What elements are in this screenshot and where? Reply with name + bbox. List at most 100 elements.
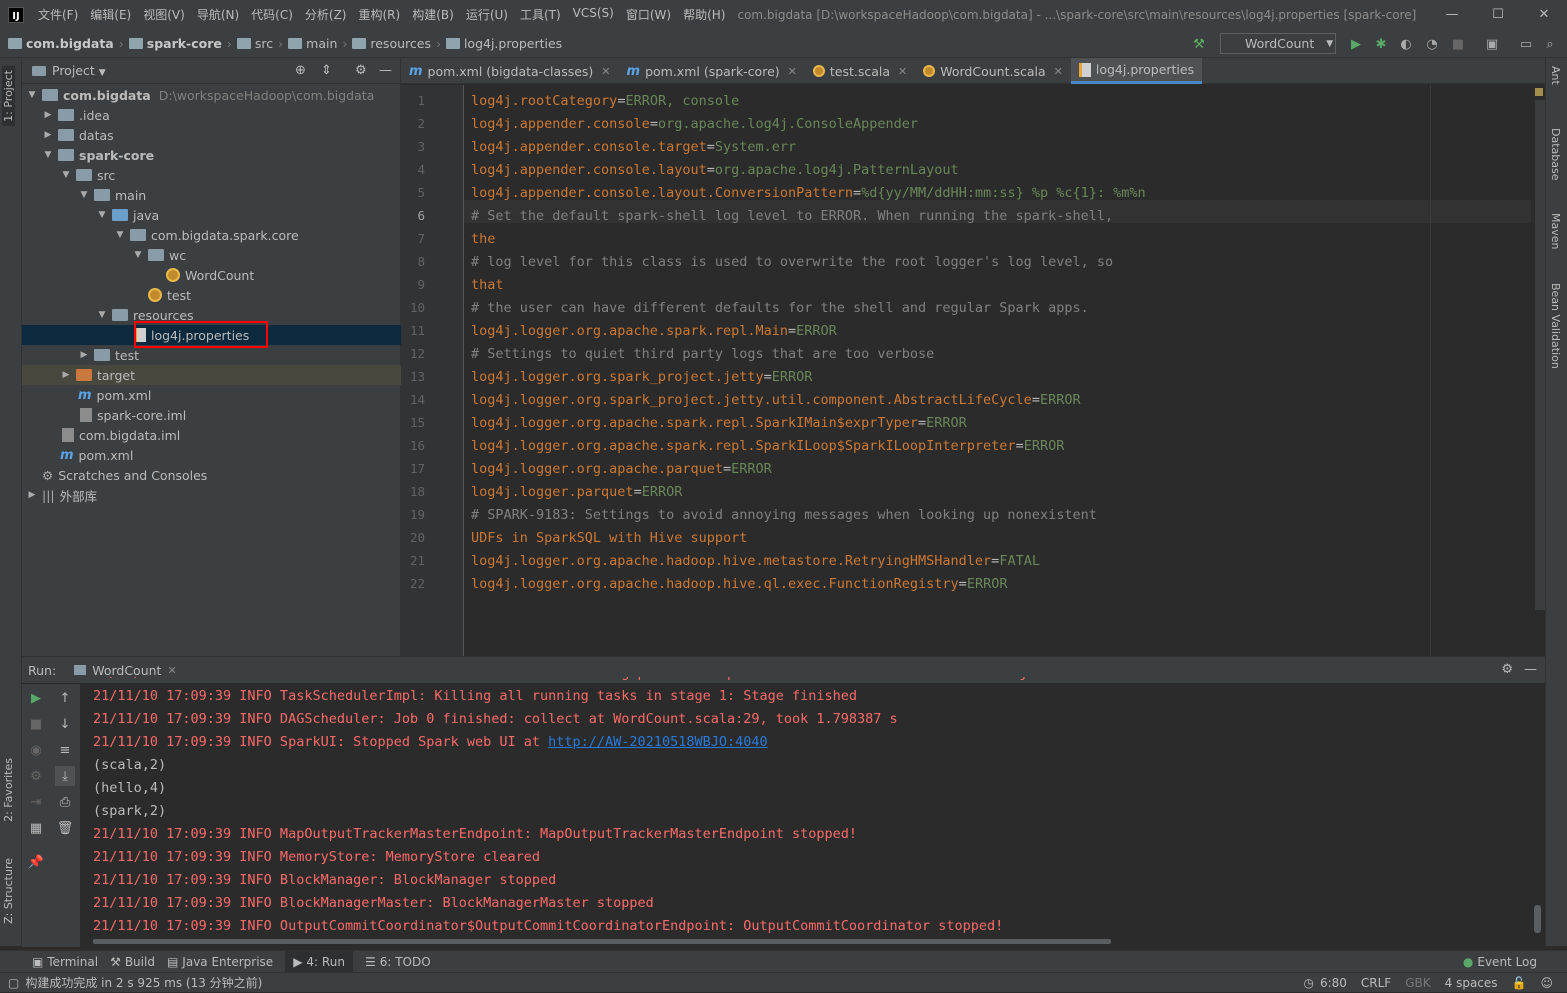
menu-item[interactable]: 运行(U) xyxy=(460,6,514,23)
gear-icon[interactable]: ⚙ xyxy=(355,63,367,78)
tree-node-java[interactable]: ▼ java xyxy=(22,205,401,225)
layout-toggle-icon[interactable]: ▢ xyxy=(8,976,19,990)
menu-item[interactable]: 视图(V) xyxy=(137,6,191,23)
tab-database[interactable]: Database xyxy=(1549,128,1562,181)
breadcrumb-item[interactable]: log4j.properties xyxy=(464,36,562,51)
maximize-icon[interactable]: ☐ xyxy=(1475,0,1521,29)
chevron-down-icon[interactable]: ▼ xyxy=(26,90,38,100)
tab-favorites[interactable]: 2: Favorites xyxy=(2,758,15,822)
console-vertical-scrollbar[interactable] xyxy=(1534,905,1541,933)
up-arrow-icon[interactable]: ↑ xyxy=(55,688,75,708)
breadcrumb-item[interactable]: com.bigdata xyxy=(26,36,114,51)
locate-icon[interactable]: ⊕ xyxy=(295,63,306,78)
tab-test-scala[interactable]: test.scala ✕ xyxy=(805,58,915,84)
tree-node-src[interactable]: ▼ src xyxy=(22,165,401,185)
chevron-down-icon[interactable]: ▼ xyxy=(96,210,108,220)
breadcrumb-item[interactable]: src xyxy=(255,36,273,51)
tree-node-scratches[interactable]: ⚙ Scratches and Consoles xyxy=(22,465,401,485)
chevron-right-icon[interactable]: ▶ xyxy=(26,490,38,500)
trash-icon[interactable]: 🗑 xyxy=(55,818,75,838)
console-horizontal-scrollbar[interactable] xyxy=(93,939,1111,944)
tree-node-log4j-properties[interactable]: log4j.properties xyxy=(22,325,401,345)
spark-ui-link[interactable]: http://AW-20210518WBJO:4040 xyxy=(548,734,767,750)
tree-node-test-folder[interactable]: ▶ test xyxy=(22,345,401,365)
tab-todo[interactable]: ☰ 6: TODO xyxy=(365,955,431,969)
search-icon[interactable]: ⌕ xyxy=(1541,35,1559,53)
tree-node-com-bigdata-iml[interactable]: com.bigdata.iml xyxy=(22,425,401,445)
chevron-down-icon[interactable]: ▼ xyxy=(60,170,72,180)
camera-icon[interactable]: ◉ xyxy=(26,740,46,760)
tab-bean-validation[interactable]: Bean Validation xyxy=(1549,283,1562,369)
tree-node-spark-core[interactable]: ▼ spark-core xyxy=(22,145,401,165)
rerun-icon[interactable]: ▶ xyxy=(26,688,46,708)
file-encoding[interactable]: GBK xyxy=(1405,976,1430,990)
soft-wrap-icon[interactable]: ≡ xyxy=(55,740,75,760)
settings-icon[interactable]: ⚙ xyxy=(26,766,46,786)
build-hammer-icon[interactable]: ⚒ xyxy=(1190,35,1208,53)
tree-node-pom-root[interactable]: m pom.xml xyxy=(22,445,401,465)
tree-node-com-bigdata[interactable]: ▼ com.bigdata D:\workspaceHadoop\com.bigda… xyxy=(22,85,401,105)
scroll-to-end-icon[interactable]: ⤓ xyxy=(55,766,75,786)
menu-item[interactable]: 分析(Z) xyxy=(299,6,353,23)
tree-node-target[interactable]: ▶ target xyxy=(22,365,401,385)
chevron-right-icon[interactable]: ▶ xyxy=(42,130,54,140)
menu-item[interactable]: 代码(C) xyxy=(245,6,299,23)
stop-icon[interactable]: ■ xyxy=(26,714,46,734)
pin-icon[interactable]: 📌 xyxy=(26,852,46,872)
tree-node-spark-core-iml[interactable]: spark-core.iml xyxy=(22,405,401,425)
tree-node-external-libraries[interactable]: ▶ ||| 外部库 xyxy=(22,485,401,505)
tab-project[interactable]: 1: Project xyxy=(2,66,15,126)
tab-pom-bigdata-classes[interactable]: m pom.xml (bigdata-classes) ✕ xyxy=(401,58,619,84)
tab-build[interactable]: ⚒ Build xyxy=(110,955,155,969)
run-tab-wordcount[interactable]: WordCount ✕ xyxy=(74,663,177,678)
editor-scrollbar[interactable] xyxy=(1535,100,1545,610)
tab-log4j-properties[interactable]: log4j.properties xyxy=(1070,58,1203,84)
minimize-icon[interactable]: — xyxy=(1429,0,1475,29)
chevron-right-icon[interactable]: ▶ xyxy=(60,370,72,380)
run-configuration-select[interactable]: WordCount ▼ xyxy=(1220,33,1336,54)
menu-item[interactable]: 工具(T) xyxy=(514,6,567,23)
tab-maven[interactable]: Maven xyxy=(1549,213,1562,249)
project-view-select[interactable]: Project ▼ xyxy=(52,63,106,78)
debug-icon[interactable]: ✱ xyxy=(1372,35,1390,53)
menu-item[interactable]: 编辑(E) xyxy=(84,6,137,23)
tree-node-package[interactable]: ▼ com.bigdata.spark.core xyxy=(22,225,401,245)
menu-item[interactable]: 导航(N) xyxy=(191,6,245,23)
hide-icon[interactable]: — xyxy=(1524,662,1537,677)
collapse-all-icon[interactable]: ⇕ xyxy=(321,63,332,78)
close-tab-icon[interactable]: ✕ xyxy=(788,65,797,78)
menu-item[interactable]: 窗口(W) xyxy=(620,6,677,23)
down-arrow-icon[interactable]: ↓ xyxy=(55,714,75,734)
caret-position[interactable]: 6:80 xyxy=(1320,976,1347,990)
tab-java-enterprise[interactable]: ▤ Java Enterprise xyxy=(167,955,273,969)
project-structure-icon[interactable]: ▣ xyxy=(1483,35,1501,53)
tab-structure[interactable]: Z: Structure xyxy=(2,858,15,924)
layout-icon[interactable]: ▭ xyxy=(1517,35,1535,53)
menu-item[interactable]: 重构(R) xyxy=(353,6,407,23)
lock-icon[interactable]: 🔓 xyxy=(1512,976,1527,990)
tree-node-wordcount[interactable]: WordCount xyxy=(22,265,401,285)
tab-pom-spark-core[interactable]: m pom.xml (spark-core) ✕ xyxy=(619,58,805,84)
console-output[interactable]: 21/11/10 17:09:39 INFO DAGScheduler: Job… xyxy=(93,677,1523,943)
close-tab-icon[interactable]: ✕ xyxy=(1054,65,1063,78)
close-tab-icon[interactable]: ✕ xyxy=(898,65,907,78)
tab-ant[interactable]: Ant xyxy=(1549,66,1562,85)
line-separator[interactable]: CRLF xyxy=(1361,976,1391,990)
chevron-down-icon[interactable]: ▼ xyxy=(114,230,126,240)
tree-node-main[interactable]: ▼ main xyxy=(22,185,401,205)
tree-node-wc[interactable]: ▼ wc xyxy=(22,245,401,265)
breadcrumb-item[interactable]: spark-core xyxy=(147,36,222,51)
chevron-down-icon[interactable]: ▼ xyxy=(96,310,108,320)
close-icon[interactable]: ✕ xyxy=(1521,0,1567,29)
breadcrumb-item[interactable]: resources xyxy=(370,36,431,51)
print-icon[interactable]: ⎙ xyxy=(55,792,75,812)
close-tab-icon[interactable]: ✕ xyxy=(167,664,176,677)
coverage-icon[interactable]: ◐ xyxy=(1397,35,1415,53)
tree-node-resources[interactable]: ▼ resources xyxy=(22,305,401,325)
tab-run[interactable]: ▶ 4: Run xyxy=(285,950,353,973)
event-log-button[interactable]: ● Event Log xyxy=(1463,955,1537,969)
hide-icon[interactable]: — xyxy=(379,63,392,78)
menu-item[interactable]: 帮助(H) xyxy=(677,6,731,23)
breadcrumb-item[interactable]: main xyxy=(306,36,337,51)
run-icon[interactable]: ▶ xyxy=(1347,35,1365,53)
